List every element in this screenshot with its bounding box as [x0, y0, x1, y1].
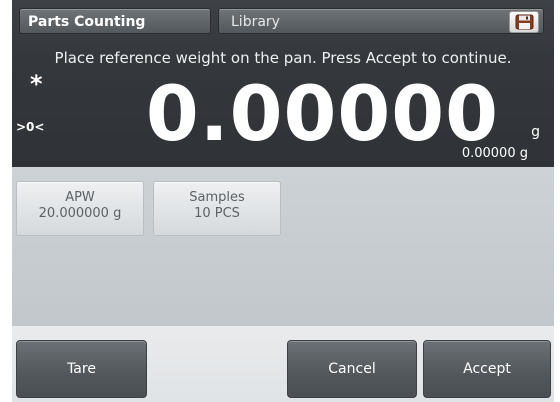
- apw-button[interactable]: APW 20.000000 g: [16, 181, 144, 236]
- samples-label: Samples: [189, 190, 245, 205]
- app-mode-label: Parts Counting: [28, 14, 146, 30]
- balance-screen: Parts Counting Library Place reference w…: [12, 0, 554, 402]
- save-button[interactable]: [509, 11, 539, 33]
- weighing-display-header: Parts Counting Library Place reference w…: [12, 0, 554, 167]
- center-of-zero-indicator: >0<: [16, 120, 45, 134]
- weight-unit: g: [531, 124, 540, 140]
- library-label: Library: [231, 14, 280, 30]
- tare-button[interactable]: Tare: [16, 340, 147, 398]
- action-bar: Tare Cancel Accept: [12, 326, 554, 402]
- samples-button[interactable]: Samples 10 PCS: [153, 181, 281, 236]
- app-frame: Parts Counting Library Place reference w…: [0, 0, 560, 402]
- apw-value: 20.000000 g: [38, 206, 122, 221]
- instruction-text: Place reference weight on the pan. Press…: [54, 49, 512, 67]
- cancel-button[interactable]: Cancel: [287, 340, 417, 398]
- weight-reading: 0.00000: [145, 69, 499, 158]
- secondary-reading: 0.00000 g: [461, 146, 528, 161]
- samples-value: 10 PCS: [194, 206, 240, 221]
- app-mode-tab[interactable]: Parts Counting: [19, 8, 211, 34]
- save-icon: [515, 14, 534, 30]
- apw-label: APW: [65, 190, 95, 205]
- accept-button[interactable]: Accept: [423, 340, 551, 398]
- library-tab[interactable]: Library: [218, 8, 544, 34]
- stable-indicator: *: [30, 70, 43, 98]
